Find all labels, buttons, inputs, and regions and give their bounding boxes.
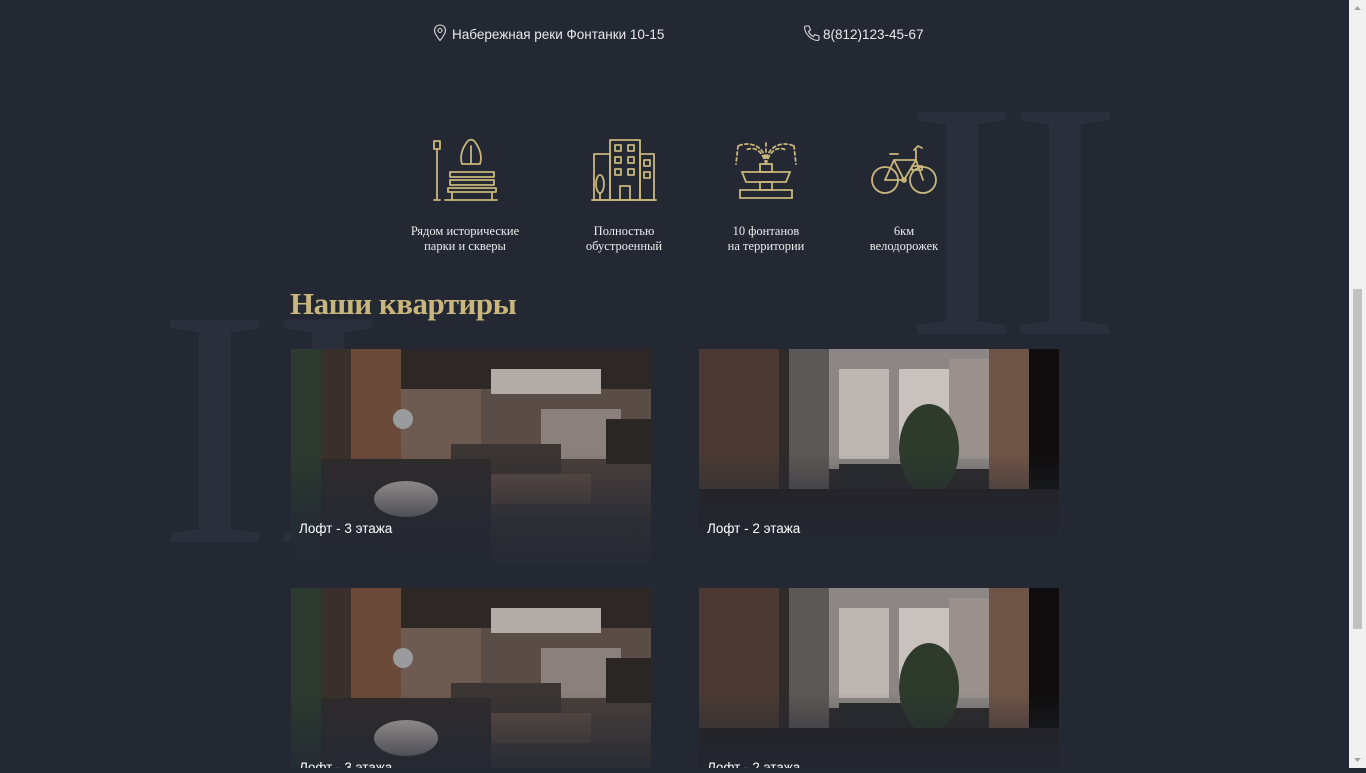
scroll-up-arrow-icon[interactable] xyxy=(1349,0,1366,17)
page: II II Набережная реки Фонтанки 10-15 8(8… xyxy=(0,0,1349,768)
phone-text: 8(812)123-45-67 xyxy=(823,27,924,42)
feature-parks: Рядом исторические парки и скверы xyxy=(405,136,525,254)
bicycle-icon xyxy=(856,136,952,208)
scrollbar-thumb[interactable] xyxy=(1353,289,1362,629)
feature-text: Рядом исторические парки и скверы xyxy=(410,224,520,253)
feature-bicycle: 6км велодорожек xyxy=(856,136,952,254)
phone-link[interactable]: 8(812)123-45-67 xyxy=(803,24,924,45)
map-pin-icon xyxy=(433,24,447,45)
scroll-down-arrow-icon[interactable] xyxy=(1349,751,1366,768)
card-shade xyxy=(291,454,651,564)
section-title: Наши квартиры xyxy=(290,286,517,321)
building-icon xyxy=(574,136,674,208)
feature-fountains: 10 фонтанов на территории xyxy=(716,136,816,254)
contacts-bar: Набережная реки Фонтанки 10-15 8(812)123… xyxy=(0,24,1349,50)
card-shade xyxy=(699,454,1059,564)
phone-icon xyxy=(803,24,821,45)
apartment-card[interactable]: Лофт - 3 этажа xyxy=(291,588,651,768)
feature-text: Полностью обустроенный xyxy=(585,224,663,253)
apartment-card[interactable]: Лофт - 2 этажа xyxy=(699,349,1059,564)
apartment-label: Лофт - 3 этажа xyxy=(299,521,393,536)
apartment-label: Лофт - 2 этажа xyxy=(707,760,801,768)
feature-text: 6км велодорожек xyxy=(869,224,939,253)
apartment-card[interactable]: Лофт - 2 этажа xyxy=(699,588,1059,768)
address-link[interactable]: Набережная реки Фонтанки 10-15 xyxy=(433,24,664,45)
apartment-label: Лофт - 2 этажа xyxy=(707,521,801,536)
apartment-card[interactable]: Лофт - 3 этажа xyxy=(291,349,651,564)
feature-building: Полностью обустроенный xyxy=(574,136,674,254)
card-shade xyxy=(291,693,651,768)
address-text: Набережная реки Фонтанки 10-15 xyxy=(452,27,665,42)
feature-text: 10 фонтанов на территории xyxy=(727,224,805,253)
features-row: Рядом исторические парки и скверы Полнос… xyxy=(0,136,1349,256)
apartment-label: Лофт - 3 этажа xyxy=(299,760,393,768)
fountain-icon xyxy=(716,136,816,208)
vertical-scrollbar[interactable] xyxy=(1349,0,1366,768)
park-bench-icon xyxy=(405,136,525,208)
card-shade xyxy=(699,693,1059,768)
